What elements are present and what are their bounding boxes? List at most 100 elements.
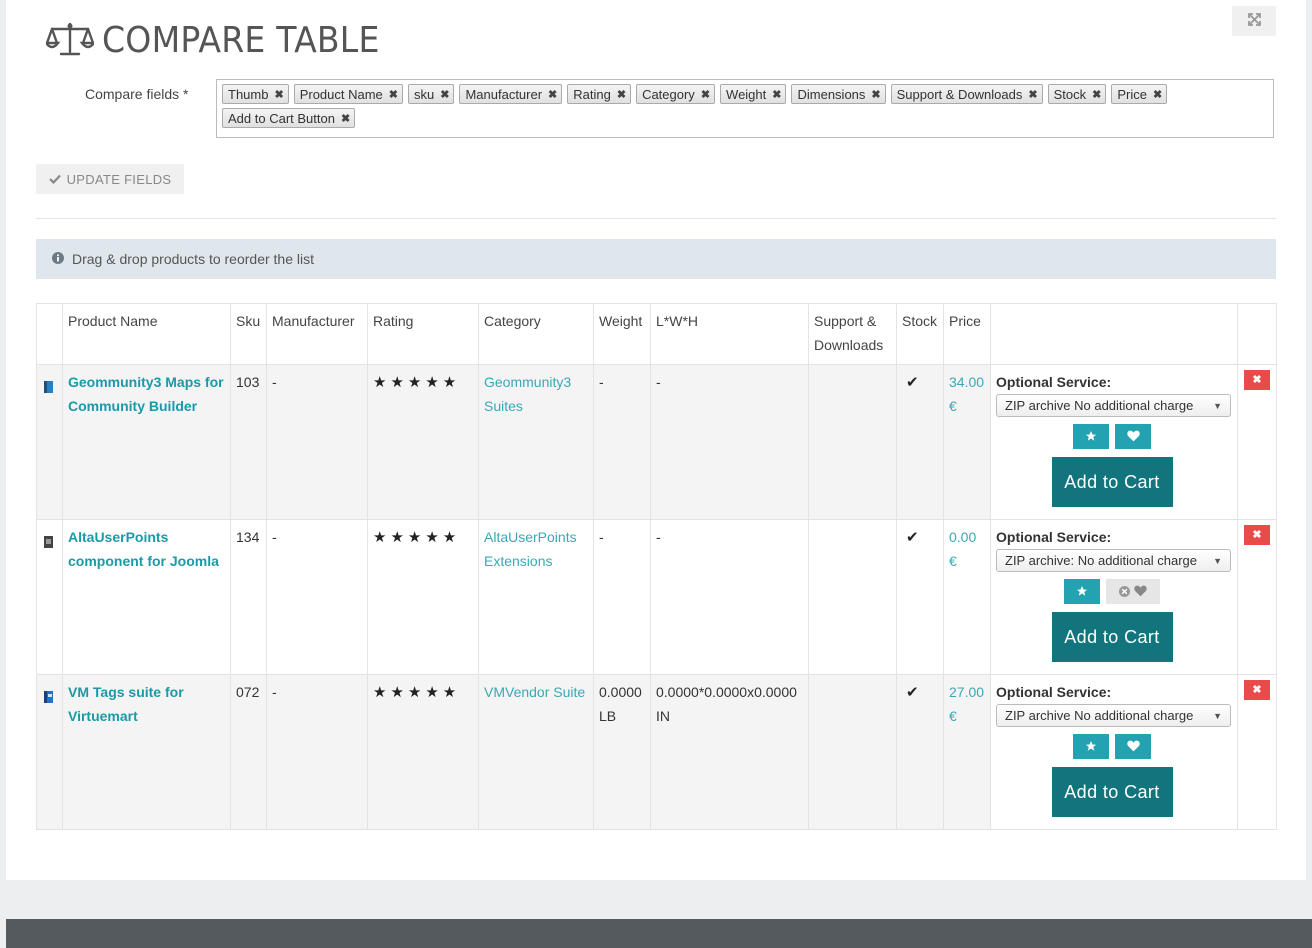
compare-fields-label: Compare fields * — [85, 86, 189, 102]
cart-cell: Optional Service: ZIP archive: No additi… — [990, 519, 1238, 675]
close-icon: ✖ — [1252, 374, 1262, 386]
rating-cell: ★★★★★ — [367, 364, 479, 520]
weight-cell: 0.0000 LB — [593, 674, 651, 830]
remove-chip-icon[interactable]: ✖ — [1028, 88, 1037, 101]
field-chip: Manufacturer ✖ — [459, 84, 563, 104]
optional-service-label: Optional Service: — [996, 529, 1112, 545]
remove-from-wishlist-button[interactable] — [1106, 579, 1160, 604]
sku-cell: 103 — [230, 364, 267, 520]
field-chip: Thumb ✖ — [222, 84, 289, 104]
price-cell: 34.00 € — [943, 364, 991, 520]
category-link[interactable]: AltaUserPoints Extensions — [484, 529, 577, 569]
cart-cell: Optional Service: ZIP archive No additio… — [990, 364, 1238, 520]
remove-chip-icon[interactable]: ✖ — [440, 88, 449, 101]
field-chip: Product Name ✖ — [293, 84, 403, 104]
header-category: Category — [478, 303, 594, 365]
remove-product-button[interactable]: ✖ — [1244, 680, 1270, 700]
field-chip: Weight ✖ — [720, 84, 787, 104]
table-row[interactable]: Geommunity3 Maps for Community Builder 1… — [36, 364, 1277, 520]
manufacturer-cell: - — [266, 674, 368, 830]
header-cart — [990, 303, 1238, 365]
optional-service-select[interactable]: ZIP archive: No additional charge ▼ — [996, 549, 1231, 572]
product-name-cell: VM Tags suite for Virtuemart — [62, 674, 231, 830]
field-chip: Add to Cart Button ✖ — [222, 108, 356, 128]
header-weight: Weight — [593, 303, 651, 365]
remove-chip-icon[interactable]: ✖ — [701, 88, 710, 101]
product-thumb-icon[interactable] — [43, 532, 54, 548]
field-chip: Dimensions ✖ — [791, 84, 886, 104]
category-link[interactable]: VMVendor Suite — [484, 684, 585, 700]
remove-cell: ✖ — [1237, 674, 1277, 830]
remove-product-button[interactable]: ✖ — [1244, 525, 1270, 545]
remove-circle-icon — [1119, 580, 1130, 604]
add-to-wishlist-button[interactable] — [1115, 424, 1151, 449]
remove-chip-icon[interactable]: ✖ — [871, 88, 880, 101]
category-cell: Geommunity3 Suites — [478, 364, 594, 520]
stock-cell: ✔ — [896, 519, 944, 675]
add-to-compare-star-button[interactable] — [1073, 424, 1109, 449]
price-cell: 0.00 € — [943, 519, 991, 675]
table-row[interactable]: VM Tags suite for Virtuemart 072 - ★★★★★… — [36, 674, 1277, 830]
category-link[interactable]: Geommunity3 Suites — [484, 374, 571, 414]
price-value: 34.00 € — [949, 374, 985, 414]
add-to-cart-button[interactable]: Add to Cart — [1051, 457, 1173, 507]
thumb-cell — [36, 674, 63, 830]
optional-service-label: Optional Service: — [996, 684, 1112, 700]
expand-button[interactable] — [1232, 6, 1276, 36]
header-support: Support & Downloads — [808, 303, 897, 365]
weight-cell: - — [593, 519, 651, 675]
add-to-compare-star-button[interactable] — [1064, 579, 1100, 604]
header-rating: Rating — [367, 303, 479, 365]
remove-chip-icon[interactable]: ✖ — [1092, 88, 1101, 101]
star-icon — [1085, 425, 1097, 449]
heart-icon — [1134, 580, 1147, 604]
field-chip: Stock ✖ — [1047, 84, 1107, 104]
check-icon — [48, 172, 61, 187]
remove-chip-icon[interactable]: ✖ — [548, 88, 557, 101]
add-to-cart-button[interactable]: Add to Cart — [1051, 767, 1173, 817]
optional-service-select[interactable]: ZIP archive No additional charge ▼ — [996, 704, 1231, 727]
rating-cell: ★★★★★ — [367, 519, 479, 675]
dimensions-cell: 0.0000*0.0000x0.0000 IN — [650, 674, 809, 830]
compare-fields-input[interactable]: Thumb ✖ Product Name ✖ sku ✖ Manufacturer ✖ … — [216, 79, 1274, 138]
price-value: 27.00 € — [949, 684, 985, 724]
expand-icon — [1247, 13, 1261, 29]
heart-icon — [1126, 735, 1140, 759]
remove-chip-icon[interactable]: ✖ — [274, 88, 283, 101]
product-name-cell: Geommunity3 Maps for Community Builder — [62, 364, 231, 520]
product-thumb-icon[interactable] — [43, 377, 54, 393]
update-fields-button[interactable]: UPDATE FIELDS — [36, 164, 184, 194]
remove-product-button[interactable]: ✖ — [1244, 370, 1270, 390]
caret-down-icon: ▼ — [1213, 710, 1222, 721]
info-text: Drag & drop products to reorder the list — [72, 251, 315, 267]
caret-down-icon: ▼ — [1213, 400, 1222, 411]
caret-down-icon: ▼ — [1213, 555, 1222, 566]
heart-icon — [1126, 425, 1140, 449]
support-cell — [808, 364, 897, 520]
optional-service-select[interactable]: ZIP archive No additional charge ▼ — [996, 394, 1231, 417]
remove-chip-icon[interactable]: ✖ — [617, 88, 626, 101]
product-name-link[interactable]: AltaUserPoints component for Joomla — [68, 529, 219, 569]
table-row[interactable]: AltaUserPoints component for Joomla 134 … — [36, 519, 1277, 675]
add-to-compare-star-button[interactable] — [1073, 734, 1109, 759]
info-alert: Drag & drop products to reorder the list — [36, 239, 1276, 279]
cart-cell: Optional Service: ZIP archive No additio… — [990, 674, 1238, 830]
field-chip: sku ✖ — [408, 84, 455, 104]
dimensions-cell: - — [650, 364, 809, 520]
product-thumb-icon[interactable] — [43, 687, 54, 703]
sku-cell: 134 — [230, 519, 267, 675]
add-to-wishlist-button[interactable] — [1115, 734, 1151, 759]
product-name-link[interactable]: Geommunity3 Maps for Community Builder — [68, 374, 224, 414]
header-stock: Stock — [896, 303, 944, 365]
header-manufacturer: Manufacturer — [266, 303, 368, 365]
product-name-link[interactable]: VM Tags suite for Virtuemart — [68, 684, 184, 724]
title-text: COMPARE TABLE — [102, 19, 380, 61]
field-chip: Support & Downloads ✖ — [890, 84, 1043, 104]
remove-chip-icon[interactable]: ✖ — [772, 88, 781, 101]
remove-chip-icon[interactable]: ✖ — [341, 112, 350, 125]
field-chip: Rating ✖ — [567, 84, 632, 104]
add-to-cart-button[interactable]: Add to Cart — [1051, 612, 1173, 662]
price-cell: 27.00 € — [943, 674, 991, 830]
remove-chip-icon[interactable]: ✖ — [1153, 88, 1162, 101]
remove-chip-icon[interactable]: ✖ — [389, 88, 398, 101]
